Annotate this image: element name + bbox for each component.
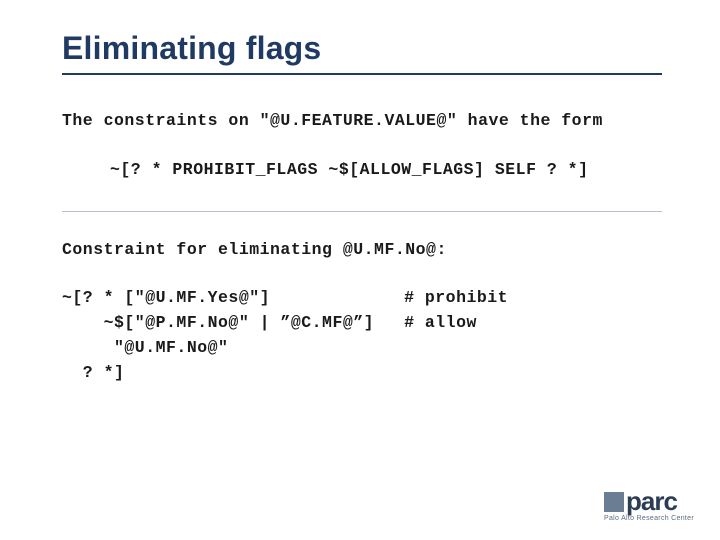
logo-square-icon	[604, 492, 624, 512]
slide-title: Eliminating flags	[62, 30, 670, 67]
example-comments: # prohibit # allow	[404, 286, 508, 385]
template-expression: ~[? * PROHIBIT_FLAGS ~$[ALLOW_FLAGS] SEL…	[62, 158, 670, 183]
example-code: ~[? * ["@U.MF.Yes@"] ~$["@P.MF.No@" | ”@…	[62, 286, 374, 385]
parc-logo: parc Palo Alto Research Center	[604, 486, 694, 522]
separator-rule	[62, 211, 662, 212]
example-heading: Constraint for eliminating @U.MF.No@:	[62, 238, 670, 263]
intro-line: The constraints on "@U.FEATURE.VALUE@" h…	[62, 109, 670, 134]
example-block: ~[? * ["@U.MF.Yes@"] ~$["@P.MF.No@" | ”@…	[62, 286, 670, 385]
title-rule	[62, 73, 662, 75]
logo-text: parc	[626, 486, 677, 517]
slide: Eliminating flags The constraints on "@U…	[0, 0, 720, 540]
logo-subtext: Palo Alto Research Center	[604, 515, 694, 522]
